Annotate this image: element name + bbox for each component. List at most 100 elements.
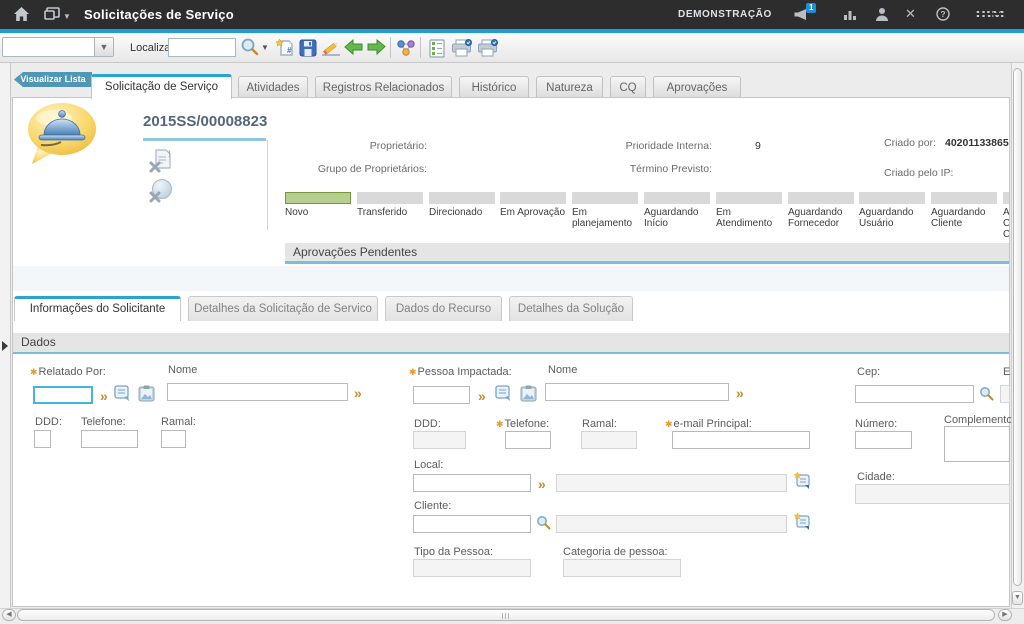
view-list-tab[interactable]: Visualizar Lista: [14, 72, 92, 87]
required-marker: ✱: [409, 367, 417, 377]
ddd-impactada-label: DDD:: [414, 418, 441, 430]
tab-registros-relacionados[interactable]: Registros Relacionados: [315, 76, 452, 98]
dados-section-header: Dados: [13, 333, 1009, 354]
horizontal-scrollbar-thumb[interactable]: [17, 609, 995, 621]
toolbar-separator: [390, 37, 391, 58]
goto-caret-icon[interactable]: ▼: [63, 10, 71, 23]
subtab-detalhes-solicitacao[interactable]: Detalhes da Solicitação de Servico: [188, 296, 378, 321]
chart-icon[interactable]: [843, 8, 857, 26]
status-stage: Aguardando Usuário: [859, 192, 931, 229]
goto-apps-icon[interactable]: [44, 7, 60, 26]
email-principal-input[interactable]: [672, 431, 810, 449]
relatado-por-input[interactable]: [33, 386, 93, 404]
query-select[interactable]: ▼: [2, 37, 114, 57]
relatado-por-select-value-icon[interactable]: [137, 384, 156, 408]
subtab-informacoes-solicitante[interactable]: Informações do Solicitante: [14, 296, 181, 321]
complemento-textarea[interactable]: [944, 426, 1010, 462]
scroll-right-button[interactable]: ▶: [998, 609, 1012, 621]
globe-x-icon: [148, 178, 174, 210]
local-input[interactable]: [413, 474, 531, 492]
tab-natureza[interactable]: Natureza: [536, 76, 603, 98]
save-icon[interactable]: [299, 39, 317, 62]
cliente-search-icon[interactable]: [536, 515, 551, 535]
print-with-attachments-icon[interactable]: [477, 39, 498, 62]
relatado-por-detail-menu-icon[interactable]: [113, 384, 132, 408]
ramal-relatado-input[interactable]: [161, 430, 186, 448]
tab-cq[interactable]: CQ: [610, 76, 646, 98]
splitter-expand-icon[interactable]: [2, 341, 8, 351]
subtab-detalhes-solucao[interactable]: Detalhes da Solução: [509, 296, 633, 321]
clear-changes-icon[interactable]: [321, 39, 341, 62]
service-request-icon: [24, 102, 102, 173]
cep-search-icon[interactable]: [979, 386, 994, 406]
status-flow: Novo Transferido Direcionado Em Aprovaçã…: [285, 192, 1009, 238]
cidade-label: Cidade:: [857, 471, 895, 483]
query-select-caret-icon[interactable]: ▼: [94, 38, 113, 56]
cep-input[interactable]: [855, 385, 974, 403]
nome-relatado-input[interactable]: [167, 383, 348, 401]
search-caret-icon[interactable]: ▼: [261, 43, 269, 52]
route-workflow-icon[interactable]: [396, 38, 416, 63]
local-descricao-input: [556, 474, 787, 492]
criado-por-label: Criado por:: [884, 137, 936, 149]
next-record-icon[interactable]: [367, 39, 386, 60]
pessoa-impactada-detail-chevron[interactable]: »: [478, 389, 486, 403]
previous-record-icon[interactable]: [344, 39, 363, 60]
prioridade-interna-label: Prioridade Interna:: [590, 140, 712, 152]
tipo-pessoa-label: Tipo da Pessoa:: [414, 546, 493, 558]
user-icon[interactable]: [875, 7, 889, 26]
local-detail-chevron[interactable]: »: [538, 477, 546, 491]
nome-impactada-chevron[interactable]: »: [736, 386, 744, 400]
relatado-por-detail-chevron[interactable]: »: [100, 389, 108, 403]
find-input[interactable]: [168, 38, 236, 57]
environment-label: DEMONSTRAÇÃO: [678, 9, 772, 20]
status-stage: Aguardando Início: [644, 192, 716, 229]
new-record-icon[interactable]: #: [275, 38, 295, 63]
nome-relatado-chevron[interactable]: »: [354, 386, 362, 400]
status-stage: Em Aprovação: [500, 192, 572, 218]
numero-input[interactable]: [855, 431, 912, 449]
telefone-impactada-input[interactable]: [505, 431, 551, 449]
pessoa-impactada-label: ✱Pessoa Impactada:: [409, 366, 512, 378]
proprietario-label: Proprietário:: [300, 140, 427, 152]
scrollbar-grip: [502, 613, 511, 619]
search-icon[interactable]: [240, 37, 259, 61]
cliente-longdesc-icon[interactable]: [793, 512, 811, 536]
nome-impactada-input[interactable]: [545, 383, 729, 401]
pessoa-impactada-input[interactable]: [413, 386, 470, 404]
aprovacoes-pendentes-header: Aprovações Pendentes: [285, 243, 1009, 264]
vertical-scrollbar-thumb[interactable]: [1013, 68, 1022, 586]
close-icon[interactable]: ✕: [905, 7, 916, 20]
nome-relatado-label: Nome: [168, 364, 197, 376]
help-icon[interactable]: ?: [936, 7, 950, 26]
tab-solicitacao-de-servico[interactable]: Solicitação de Serviço: [91, 74, 232, 99]
status-stage: Direcionado: [429, 192, 501, 218]
telefone-relatado-input[interactable]: [81, 430, 138, 448]
termino-previsto-label: Término Previsto:: [590, 163, 712, 175]
pessoa-impactada-select-value-icon[interactable]: [519, 384, 538, 408]
ddd-relatado-input[interactable]: [34, 430, 51, 448]
status-stage: Transferido: [357, 192, 429, 218]
tab-historico[interactable]: Histórico: [459, 76, 529, 98]
cliente-input[interactable]: [413, 515, 531, 533]
subtab-dados-recurso[interactable]: Dados do Recurso: [385, 296, 502, 321]
cliente-descricao-input: [556, 515, 787, 533]
clipped-right-input: [1000, 385, 1010, 403]
tab-aprovacoes[interactable]: Aprovações: [653, 76, 741, 98]
side-splitter: [0, 63, 11, 608]
email-principal-label: ✱e-mail Principal:: [665, 418, 752, 430]
local-label: Local:: [414, 459, 443, 471]
pessoa-impactada-detail-menu-icon[interactable]: [494, 384, 513, 408]
home-icon[interactable]: [13, 6, 30, 27]
status-stage: Aguardando Fornecedor: [788, 192, 860, 229]
local-longdesc-icon[interactable]: [793, 471, 811, 495]
scroll-down-button[interactable]: ▼: [1012, 591, 1023, 605]
telefone-relatado-label: Telefone:: [81, 416, 126, 428]
categoria-pessoa-label: Categoria de pessoa:: [563, 546, 668, 558]
svg-text:#: #: [287, 46, 292, 55]
run-reports-icon[interactable]: [428, 38, 446, 63]
tab-atividades[interactable]: Atividades: [238, 76, 308, 98]
criado-por-value: 40201133865: [945, 137, 1009, 149]
print-icon[interactable]: [451, 39, 472, 62]
scroll-left-button[interactable]: ◀: [2, 609, 16, 621]
